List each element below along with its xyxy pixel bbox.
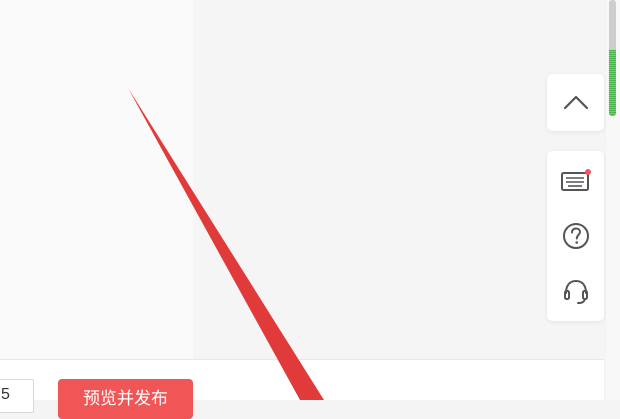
- chevron-up-icon: [563, 95, 588, 110]
- preview-publish-button[interactable]: 预览并发布: [58, 379, 193, 419]
- editor-content-panel: [0, 0, 193, 359]
- keyboard-icon: [560, 169, 591, 191]
- back-to-top-card: [547, 74, 604, 131]
- scroll-progress-indicator: [609, 49, 616, 116]
- help-button[interactable]: [547, 214, 604, 258]
- customer-support-button[interactable]: [547, 269, 604, 313]
- question-icon: [562, 223, 589, 249]
- headset-icon: [563, 279, 588, 304]
- workspace-background: [193, 0, 604, 359]
- back-to-top-button[interactable]: [547, 81, 604, 125]
- keyboard-shortcuts-button[interactable]: [547, 158, 604, 202]
- side-tools-card: [547, 151, 604, 321]
- notification-dot: [584, 169, 591, 175]
- scrollbar-thumb[interactable]: [609, 0, 616, 116]
- page-number-input[interactable]: 5: [0, 379, 34, 413]
